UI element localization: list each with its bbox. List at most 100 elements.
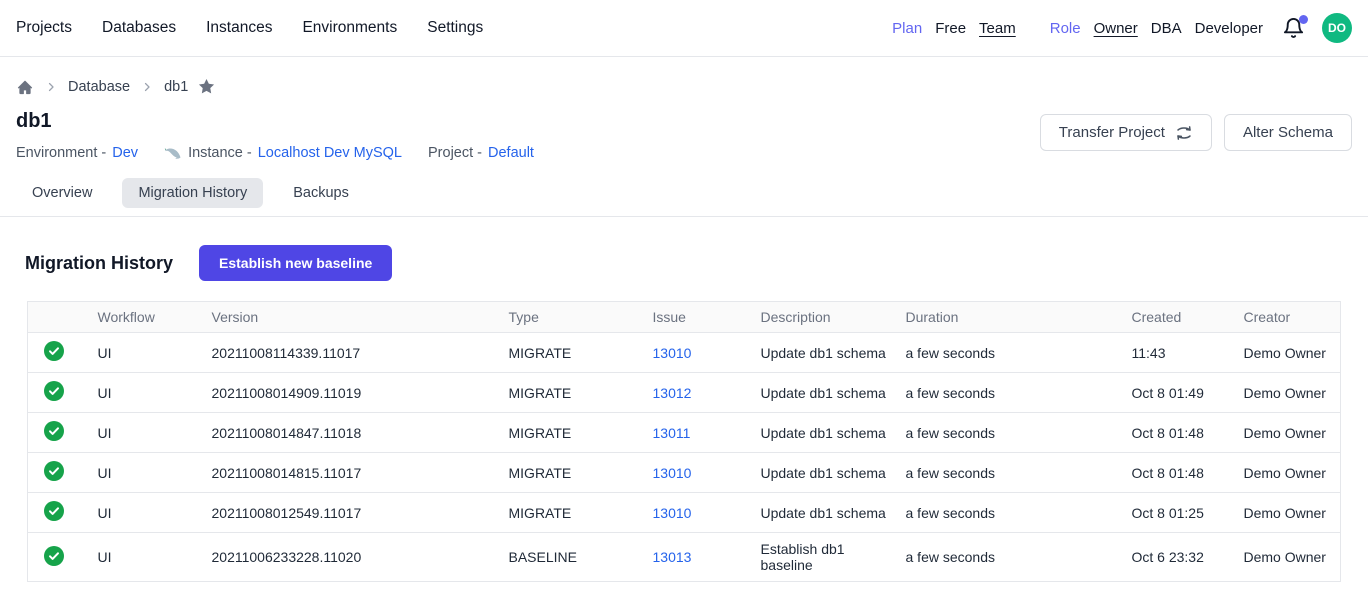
col-created: Created: [1132, 302, 1244, 333]
favorite-star-icon[interactable]: [197, 77, 216, 96]
cell-creator: Demo Owner: [1244, 413, 1341, 453]
issue-link[interactable]: 13010: [653, 345, 692, 361]
instance-link[interactable]: Localhost Dev MySQL: [258, 145, 402, 161]
cell-version: 20211008014909.11019: [212, 373, 509, 413]
table-row[interactable]: UI 20211008012549.11017 MIGRATE 13010 Up…: [28, 493, 1341, 533]
chevron-right-icon: [45, 81, 57, 93]
nav-settings[interactable]: Settings: [427, 19, 483, 37]
project-link[interactable]: Default: [488, 145, 534, 161]
cell-workflow: UI: [98, 493, 212, 533]
breadcrumb-current: db1: [164, 79, 188, 95]
project-label: Project -: [428, 145, 482, 161]
role-dba[interactable]: DBA: [1151, 20, 1182, 37]
cell-workflow: UI: [98, 533, 212, 582]
breadcrumb: Database db1: [0, 57, 1368, 96]
user-avatar[interactable]: DO: [1322, 13, 1352, 43]
alter-schema-label: Alter Schema: [1243, 124, 1333, 141]
cell-type: MIGRATE: [509, 333, 653, 373]
cell-duration: a few seconds: [906, 493, 1132, 533]
cell-duration: a few seconds: [906, 453, 1132, 493]
cell-duration: a few seconds: [906, 333, 1132, 373]
nav-environments[interactable]: Environments: [302, 19, 397, 37]
top-navigation-bar: Projects Databases Instances Environment…: [0, 0, 1368, 57]
table-row[interactable]: UI 20211008114339.11017 MIGRATE 13010 Up…: [28, 333, 1341, 373]
cell-creator: Demo Owner: [1244, 373, 1341, 413]
role-developer[interactable]: Developer: [1195, 20, 1263, 37]
col-creator: Creator: [1244, 302, 1341, 333]
cell-created: 11:43: [1132, 333, 1244, 373]
main-nav-links: Projects Databases Instances Environment…: [16, 19, 483, 37]
cell-duration: a few seconds: [906, 533, 1132, 582]
swap-arrows-icon: [1175, 125, 1193, 141]
cell-description: Update db1 schema: [761, 373, 906, 413]
tab-backups[interactable]: Backups: [277, 178, 365, 208]
database-tabs: Overview Migration History Backups: [0, 161, 1368, 208]
cell-type: MIGRATE: [509, 413, 653, 453]
transfer-project-button[interactable]: Transfer Project: [1040, 114, 1212, 151]
cell-type: BASELINE: [509, 533, 653, 582]
success-check-icon: [44, 421, 64, 441]
nav-projects[interactable]: Projects: [16, 19, 72, 37]
notification-bell-icon[interactable]: [1282, 17, 1305, 40]
cell-version: 20211008114339.11017: [212, 333, 509, 373]
col-duration: Duration: [906, 302, 1132, 333]
table-row[interactable]: UI 20211008014847.11018 MIGRATE 13011 Up…: [28, 413, 1341, 453]
cell-description: Update db1 schema: [761, 493, 906, 533]
success-check-icon: [44, 341, 64, 361]
breadcrumb-database[interactable]: Database: [68, 79, 130, 95]
notification-dot: [1299, 15, 1308, 24]
cell-creator: Demo Owner: [1244, 333, 1341, 373]
page-title: db1: [16, 110, 534, 133]
account-area: Plan Free Team Role Owner DBA Developer …: [892, 13, 1352, 43]
issue-link[interactable]: 13010: [653, 505, 692, 521]
plan-team-link[interactable]: Team: [979, 20, 1016, 37]
cell-created: Oct 8 01:25: [1132, 493, 1244, 533]
environment-link[interactable]: Dev: [112, 145, 138, 161]
issue-link[interactable]: 13010: [653, 465, 692, 481]
role-label: Role: [1050, 20, 1081, 37]
table-row[interactable]: UI 20211008014815.11017 MIGRATE 13010 Up…: [28, 453, 1341, 493]
issue-link[interactable]: 13012: [653, 385, 692, 401]
cell-workflow: UI: [98, 453, 212, 493]
cell-version: 20211006233228.11020: [212, 533, 509, 582]
col-description: Description: [761, 302, 906, 333]
cell-description: Update db1 schema: [761, 453, 906, 493]
migration-history-table: Workflow Version Type Issue Description …: [27, 301, 1341, 582]
plan-value: Free: [935, 20, 966, 37]
cell-type: MIGRATE: [509, 493, 653, 533]
cell-type: MIGRATE: [509, 373, 653, 413]
col-workflow: Workflow: [98, 302, 212, 333]
chevron-right-icon: [141, 81, 153, 93]
cell-workflow: UI: [98, 413, 212, 453]
cell-type: MIGRATE: [509, 453, 653, 493]
issue-link[interactable]: 13011: [653, 425, 691, 441]
success-check-icon: [44, 546, 64, 566]
col-version: Version: [212, 302, 509, 333]
migration-history-header: Migration History Establish new baseline: [0, 217, 1368, 301]
cell-description: Update db1 schema: [761, 333, 906, 373]
cell-version: 20211008014847.11018: [212, 413, 509, 453]
alter-schema-button[interactable]: Alter Schema: [1224, 114, 1352, 151]
establish-baseline-button[interactable]: Establish new baseline: [199, 245, 392, 281]
tab-overview[interactable]: Overview: [16, 178, 108, 208]
cell-creator: Demo Owner: [1244, 493, 1341, 533]
home-icon[interactable]: [16, 78, 34, 96]
tab-migration-history[interactable]: Migration History: [122, 178, 263, 208]
success-check-icon: [44, 461, 64, 481]
cell-creator: Demo Owner: [1244, 453, 1341, 493]
issue-link[interactable]: 13013: [653, 549, 692, 565]
table-row[interactable]: UI 20211006233228.11020 BASELINE 13013 E…: [28, 533, 1341, 582]
plan-label: Plan: [892, 20, 922, 37]
table-row[interactable]: UI 20211008014909.11019 MIGRATE 13012 Up…: [28, 373, 1341, 413]
cell-duration: a few seconds: [906, 413, 1132, 453]
role-owner-link[interactable]: Owner: [1094, 20, 1138, 37]
instance-label: Instance -: [188, 145, 252, 161]
col-issue: Issue: [653, 302, 761, 333]
nav-instances[interactable]: Instances: [206, 19, 272, 37]
database-meta-line: Environment - Dev Instance - Localhost D…: [16, 145, 534, 161]
nav-databases[interactable]: Databases: [102, 19, 176, 37]
cell-workflow: UI: [98, 333, 212, 373]
success-check-icon: [44, 501, 64, 521]
success-check-icon: [44, 381, 64, 401]
database-header: db1 Environment - Dev Instance - Localho…: [0, 96, 1368, 161]
